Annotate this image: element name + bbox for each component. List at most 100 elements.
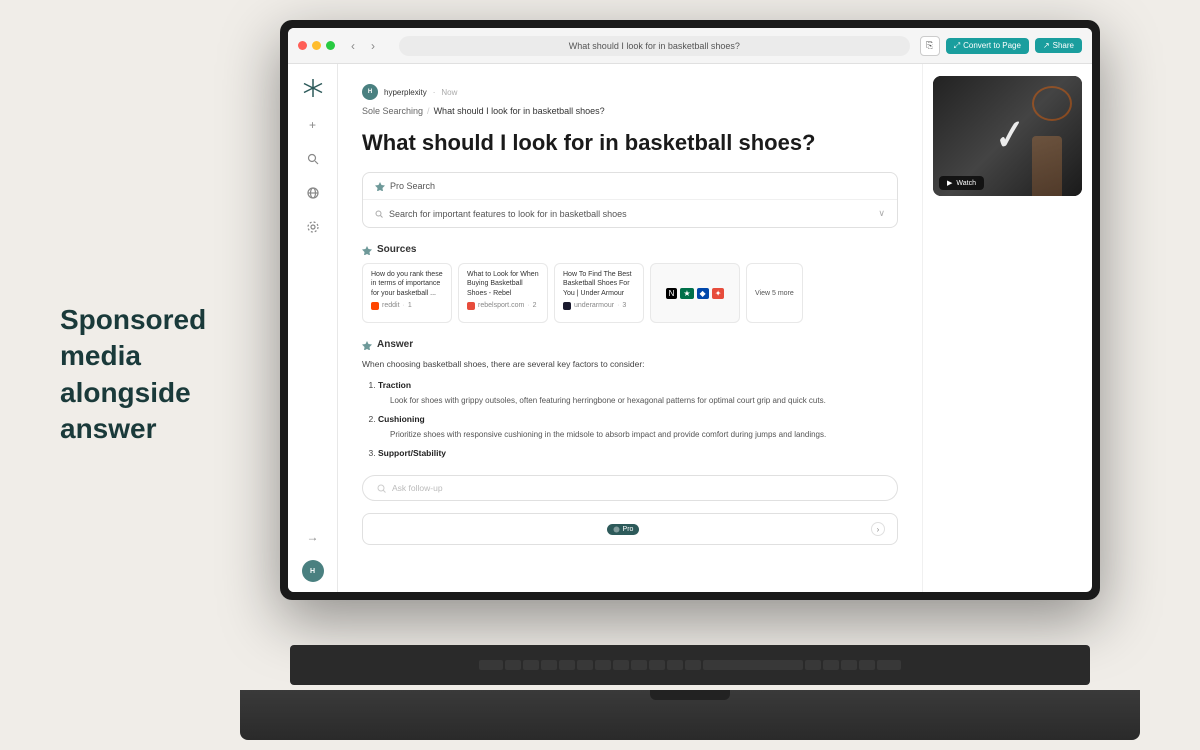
page-meta: H hyperplexity · Now — [362, 84, 898, 100]
sources-title: Sources — [377, 244, 416, 255]
followup-placeholder: Ask follow-up — [392, 483, 443, 493]
back-arrow[interactable]: ‹ — [345, 38, 361, 54]
browser-nav: ‹ › — [345, 38, 381, 54]
bookmark-button[interactable]: ⎘ — [920, 36, 940, 56]
expand-icon[interactable]: ∨ — [878, 208, 885, 219]
sidebar-settings-icon[interactable] — [302, 216, 324, 238]
sidebar-add-icon[interactable]: + — [302, 114, 324, 136]
source-icons-card[interactable]: N ★ ◆ ✦ — [650, 263, 740, 323]
brand-icon-1: N — [666, 288, 678, 299]
key — [479, 660, 503, 670]
source-title-1: How do you rank these in terms of import… — [371, 270, 443, 297]
key — [841, 660, 857, 670]
sources-section: Sources How do you rank these in terms o… — [362, 244, 898, 323]
convert-to-page-button[interactable]: ⤢ Convert to Page — [946, 38, 1029, 54]
key — [649, 660, 665, 670]
pro-dot-icon — [613, 526, 620, 533]
address-bar[interactable]: What should I look for in basketball sho… — [399, 36, 910, 56]
brand-icons-row: N ★ ◆ ✦ — [666, 288, 725, 299]
source-num-3: 3 — [622, 302, 626, 309]
view-more-button[interactable]: View 5 more — [746, 263, 803, 323]
browser-actions: ⎘ ⤢ Convert to Page ↗ Share — [920, 36, 1082, 56]
pro-search-header: Pro Search — [363, 173, 897, 200]
followup-icon — [377, 484, 386, 493]
sidebar: + → H — [288, 64, 338, 592]
sidebar-globe-icon[interactable] — [302, 182, 324, 204]
reddit-favicon — [371, 302, 379, 310]
key — [631, 660, 647, 670]
main-content[interactable]: H hyperplexity · Now Sole Searching / Wh… — [338, 64, 922, 592]
key — [613, 660, 629, 670]
hand-decoration — [1032, 136, 1062, 196]
app-logo — [299, 74, 327, 102]
watch-button[interactable]: ▶ Watch — [939, 176, 984, 190]
key — [595, 660, 611, 670]
minimize-dot[interactable] — [312, 41, 321, 50]
brand-icon-2: ★ — [680, 288, 693, 299]
answer-list: Traction Look for shoes with grippy outs… — [362, 379, 898, 459]
answer-icon — [362, 340, 372, 350]
sources-header: Sources — [362, 244, 898, 255]
answer-point-detail-1: Look for shoes with grippy outsoles, oft… — [390, 395, 898, 407]
source-card-1[interactable]: How do you rank these in terms of import… — [362, 263, 452, 323]
watch-label: Watch — [956, 180, 976, 187]
source-card-2[interactable]: What to Look for When Buying Basketball … — [458, 263, 548, 323]
keyboard — [290, 645, 1090, 685]
sidebar-nav-icon[interactable]: → — [302, 526, 324, 548]
laptop-container: ‹ › What should I look for in basketball… — [260, 10, 1160, 740]
source-num-1: 1 — [408, 302, 412, 309]
browser-controls — [298, 41, 335, 50]
pro-search-icon — [375, 181, 385, 191]
key — [805, 660, 821, 670]
pro-search-title: Pro Search — [390, 181, 435, 191]
brand-icon-3: ◆ — [697, 288, 709, 299]
view-more-label: View 5 more — [755, 290, 794, 297]
left-text-label: Sponsored media alongside answer — [60, 302, 260, 448]
sidebar-search-icon[interactable] — [302, 148, 324, 170]
share-label: Share — [1053, 41, 1074, 50]
answer-point-title-3: Support/Stability — [378, 448, 446, 458]
keyboard-row — [479, 660, 901, 670]
post-time: Now — [441, 88, 457, 97]
source-site-1: reddit — [382, 302, 400, 309]
followup-input[interactable]: Ask follow-up — [362, 475, 898, 501]
play-icon: ▶ — [947, 179, 952, 187]
spacebar — [703, 660, 803, 670]
share-button[interactable]: ↗ Share — [1035, 38, 1082, 53]
pro-search-text: Search for important features to look fo… — [389, 209, 627, 219]
ua-favicon — [563, 302, 571, 310]
user-avatar: H — [362, 84, 378, 100]
forward-arrow[interactable]: › — [365, 38, 381, 54]
key — [877, 660, 901, 670]
answer-item-1: Traction Look for shoes with grippy outs… — [378, 379, 898, 407]
pro-input-area: Pro › — [362, 513, 898, 545]
left-text-line2: alongside answer — [60, 377, 191, 444]
pro-badge: Pro — [607, 524, 640, 535]
sidebar-avatar[interactable]: H — [302, 560, 324, 582]
source-meta-2: rebelsport.com · 2 — [467, 302, 539, 310]
browser-chrome: ‹ › What should I look for in basketball… — [288, 28, 1092, 64]
source-title-3: How To Find The Best Basketball Shoes Fo… — [563, 270, 635, 297]
search-small-icon — [375, 210, 383, 218]
brand-icon-4: ✦ — [712, 288, 725, 299]
hoop-decoration — [1032, 86, 1072, 121]
key — [505, 660, 521, 670]
sources-grid: How do you rank these in terms of import… — [362, 263, 898, 323]
laptop-base — [240, 690, 1140, 740]
source-card-3[interactable]: How To Find The Best Basketball Shoes Fo… — [554, 263, 644, 323]
answer-section: Answer When choosing basketball shoes, t… — [362, 339, 898, 459]
breadcrumb-parent[interactable]: Sole Searching — [362, 106, 423, 116]
address-text: What should I look for in basketball sho… — [569, 41, 740, 51]
breadcrumb-current: What should I look for in basketball sho… — [434, 106, 605, 116]
source-site-2: rebelsport.com — [478, 302, 524, 309]
ad-panel: AD ✓ ▶ Watch — [922, 64, 1092, 592]
key — [685, 660, 701, 670]
pro-search-box: Pro Search Search for important features… — [362, 172, 898, 228]
close-dot[interactable] — [298, 41, 307, 50]
sources-icon — [362, 245, 372, 255]
pro-expand-btn[interactable]: › — [871, 522, 885, 536]
left-text-line1: Sponsored media — [60, 304, 206, 371]
answer-point-title-1: Traction — [378, 380, 411, 390]
key — [823, 660, 839, 670]
maximize-dot[interactable] — [326, 41, 335, 50]
